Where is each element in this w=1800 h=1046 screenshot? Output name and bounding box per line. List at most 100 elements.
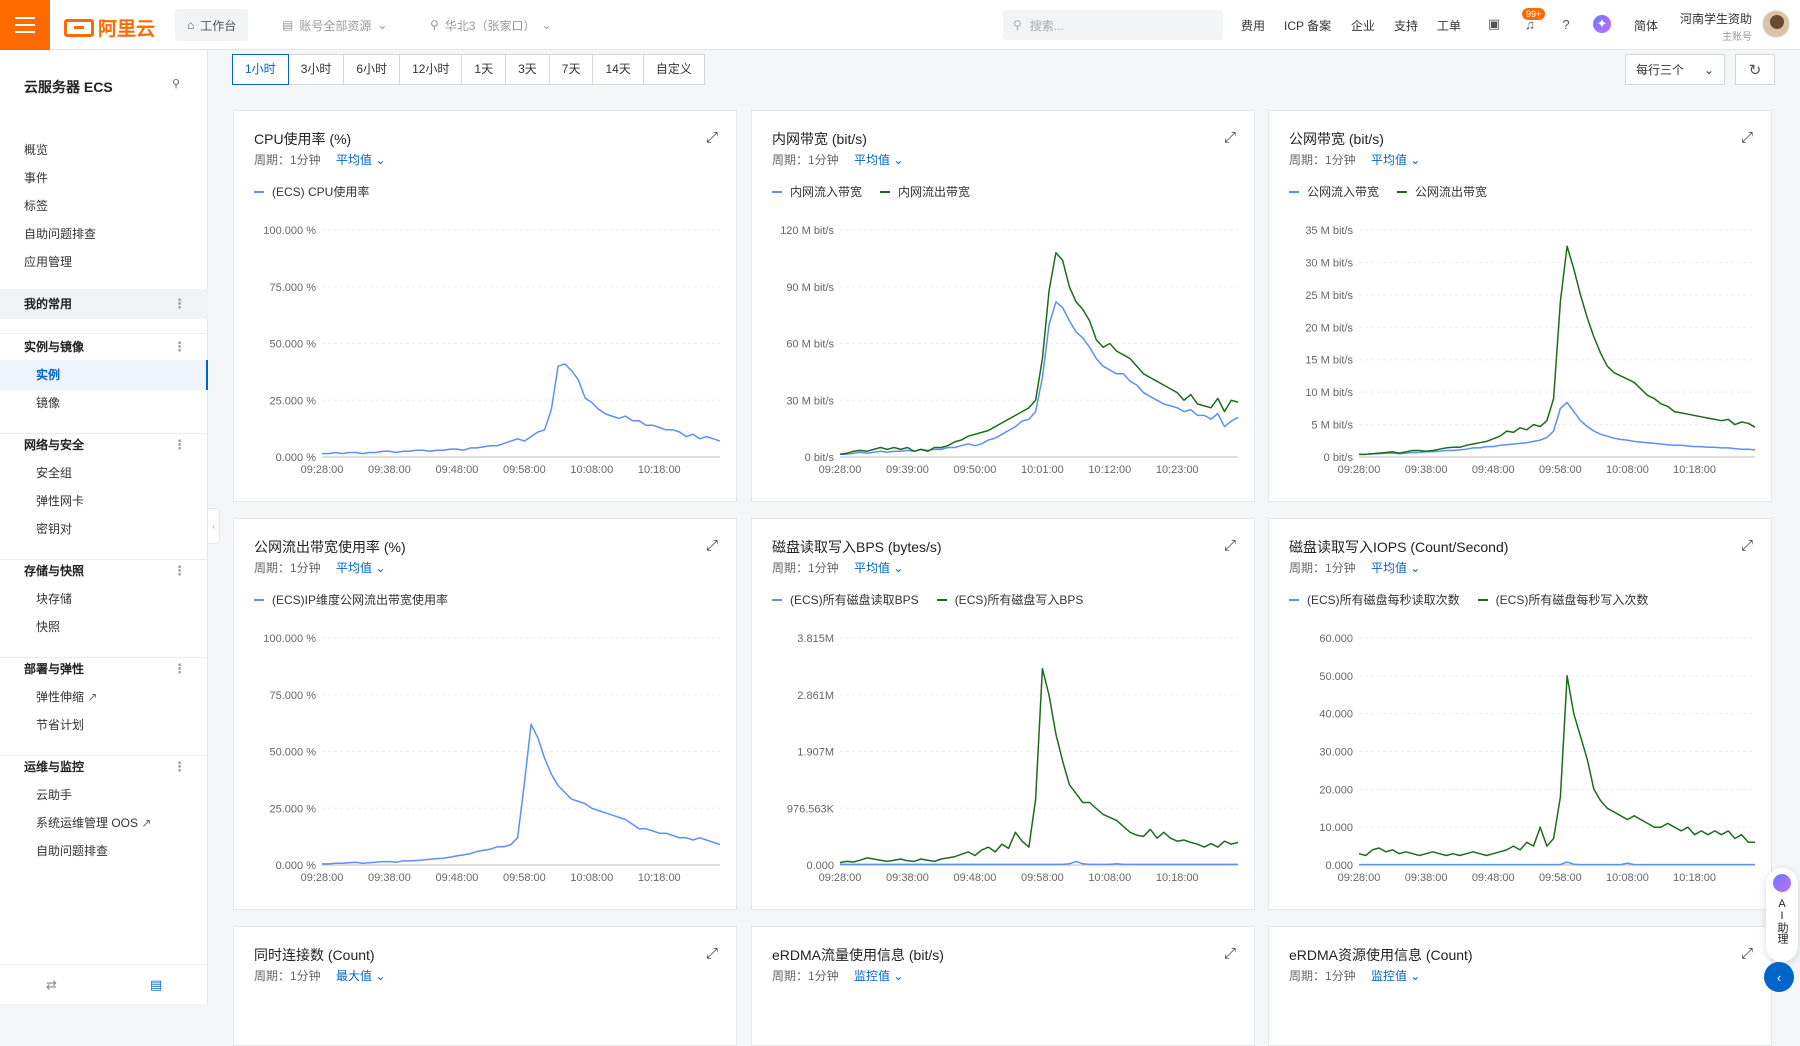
legend-item[interactable]: 公网流出带宽 [1397, 183, 1487, 200]
sidebar-item[interactable]: 自助问题排查 [0, 219, 208, 249]
time-range-tab[interactable]: 7天 [548, 54, 594, 85]
legend-item[interactable]: 内网流入带宽 [772, 183, 862, 200]
aggregation-select[interactable]: 平均值 ⌄ [1371, 151, 1420, 168]
ai-assistant-float[interactable]: AI助理 [1766, 868, 1798, 962]
aggregation-select[interactable]: 监控值 ⌄ [1371, 967, 1420, 984]
sidebar-collapse-handle[interactable]: ‹ [208, 508, 220, 544]
menu-button[interactable] [0, 0, 50, 50]
switch-icon[interactable]: ⇄ [46, 977, 57, 993]
refresh-button[interactable]: ↻ [1735, 54, 1775, 85]
legend-item[interactable]: (ECS)所有磁盘写入BPS [936, 591, 1083, 608]
more-icon[interactable]: ⋮ [173, 430, 186, 460]
time-range-tab[interactable]: 1天 [461, 54, 507, 85]
more-icon[interactable]: ⋮ [173, 654, 186, 684]
sidebar-item[interactable]: 弹性伸缩 ↗ [0, 682, 208, 712]
series-line[interactable] [322, 363, 721, 455]
legend-item[interactable]: (ECS)所有磁盘读取BPS [772, 591, 919, 608]
sidebar-item[interactable]: 概览 [0, 135, 208, 165]
more-icon[interactable]: ⋮ [173, 556, 186, 586]
terminal-icon[interactable]: ▣ [1485, 15, 1503, 33]
legend-item[interactable]: (ECS)所有磁盘每秒读取次数 [1289, 591, 1460, 608]
more-icon[interactable]: ⋮ [173, 332, 186, 362]
message-icon[interactable]: ▤ [150, 977, 162, 993]
sidebar-item[interactable]: 镜像 [0, 388, 208, 418]
sidebar-item[interactable]: 网络与安全 ⋮ [0, 430, 208, 460]
region-select[interactable]: ⚲ 华北3（张家口） ⌄ [418, 9, 564, 41]
workbench-button[interactable]: ⌂ 工作台 [175, 9, 249, 41]
more-icon[interactable]: ⋮ [173, 289, 186, 319]
series-line[interactable] [839, 251, 1239, 455]
expand-icon[interactable]: ⤢ [1224, 129, 1236, 146]
nav-link-ticket[interactable]: 工单 [1437, 17, 1461, 34]
collapse-button[interactable]: ‹ [1764, 962, 1794, 992]
search-input[interactable]: ⚲ 搜索... [1003, 10, 1223, 40]
series-line[interactable] [1358, 675, 1755, 857]
aggregation-select[interactable]: 监控值 ⌄ [854, 967, 903, 984]
help-icon[interactable]: ? [1557, 15, 1575, 33]
sidebar-item[interactable]: 云助手 [0, 780, 208, 810]
legend-item[interactable]: (ECS) CPU使用率 [254, 183, 369, 200]
search-icon[interactable]: ⚲ [172, 77, 180, 90]
sidebar-item[interactable]: 存储与快照 ⋮ [0, 556, 208, 586]
aggregation-select[interactable]: 平均值 ⌄ [336, 151, 385, 168]
avatar[interactable] [1762, 10, 1790, 38]
sidebar-item[interactable]: 部署与弹性 ⋮ [0, 654, 208, 684]
expand-icon[interactable]: ⤢ [1224, 945, 1236, 962]
sidebar-item[interactable]: 系统运维管理 OOS ↗ [0, 808, 208, 838]
per-row-select[interactable]: 每行三个 ⌄ [1625, 54, 1725, 85]
time-range-tab[interactable]: 自定义 [642, 54, 705, 85]
sidebar-item[interactable]: 弹性网卡 [0, 486, 208, 516]
sidebar-item[interactable]: 密钥对 [0, 514, 208, 544]
time-range-tab[interactable]: 6小时 [343, 54, 401, 85]
sidebar-item[interactable]: 安全组 [0, 458, 208, 488]
sidebar-item[interactable]: 节省计划 [0, 710, 208, 740]
series-line[interactable] [1359, 245, 1756, 456]
series-line[interactable] [840, 860, 1238, 866]
nav-link-icp[interactable]: ICP 备案 [1284, 17, 1331, 34]
time-range-tab[interactable]: 1小时 [232, 54, 289, 85]
sidebar-item[interactable]: 事件 [0, 163, 208, 193]
aggregation-select[interactable]: 最大值 ⌄ [336, 967, 385, 984]
sidebar-item[interactable]: 运维与监控 ⋮ [0, 752, 208, 782]
aggregation-select[interactable]: 平均值 ⌄ [854, 559, 903, 576]
expand-icon[interactable]: ⤢ [1741, 129, 1753, 146]
legend-item[interactable]: 内网流出带宽 [880, 183, 970, 200]
more-icon[interactable]: ⋮ [173, 752, 186, 782]
legend-item[interactable]: (ECS)IP维度公网流出带宽使用率 [254, 591, 448, 608]
series-line[interactable] [1359, 401, 1756, 456]
time-range-tab[interactable]: 3天 [505, 54, 550, 85]
language-switch[interactable]: 简体 [1634, 17, 1658, 34]
brand-logo[interactable]: 阿里云 [64, 14, 155, 41]
series-line[interactable] [1359, 861, 1755, 866]
sidebar-item[interactable]: 实例与镜像 ⋮ [0, 332, 208, 362]
aggregation-select[interactable]: 平均值 ⌄ [854, 151, 903, 168]
time-range-tab[interactable]: 14天 [592, 54, 644, 85]
nav-link-support[interactable]: 支持 [1394, 17, 1418, 34]
sidebar-item[interactable]: 自助问题排查 [0, 836, 208, 866]
nav-link-enterprise[interactable]: 企业 [1351, 17, 1375, 34]
series-line[interactable] [839, 667, 1239, 864]
series-line[interactable] [322, 723, 721, 865]
expand-icon[interactable]: ⤢ [706, 129, 718, 146]
sidebar-item[interactable]: 我的常用 ⋮ [0, 289, 208, 319]
sidebar-item[interactable]: 块存储 [0, 584, 208, 614]
nav-link-billing[interactable]: 费用 [1241, 17, 1265, 34]
expand-icon[interactable]: ⤢ [1741, 945, 1753, 962]
ai-assistant-icon[interactable]: ✦ [1593, 15, 1611, 33]
account-name[interactable]: 河南学生资助 [1680, 10, 1752, 27]
resource-scope-select[interactable]: ▤ 账号全部资源 ⌄ [270, 9, 399, 41]
legend-item[interactable]: 公网流入带宽 [1289, 183, 1379, 200]
legend-item[interactable]: (ECS)所有磁盘每秒写入次数 [1477, 591, 1648, 608]
sidebar-item[interactable]: 实例 [0, 360, 208, 390]
time-range-tab[interactable]: 12小时 [399, 54, 463, 85]
sidebar-item[interactable]: 快照 [0, 612, 208, 642]
time-range-tab[interactable]: 3小时 [287, 54, 345, 85]
expand-icon[interactable]: ⤢ [706, 945, 718, 962]
aggregation-select[interactable]: 平均值 ⌄ [336, 559, 385, 576]
sidebar-item[interactable]: 标签 [0, 191, 208, 221]
expand-icon[interactable]: ⤢ [1741, 537, 1753, 554]
expand-icon[interactable]: ⤢ [706, 537, 718, 554]
expand-icon[interactable]: ⤢ [1224, 537, 1236, 554]
sidebar-item[interactable]: 应用管理 [0, 247, 208, 277]
aggregation-select[interactable]: 平均值 ⌄ [1371, 559, 1420, 576]
